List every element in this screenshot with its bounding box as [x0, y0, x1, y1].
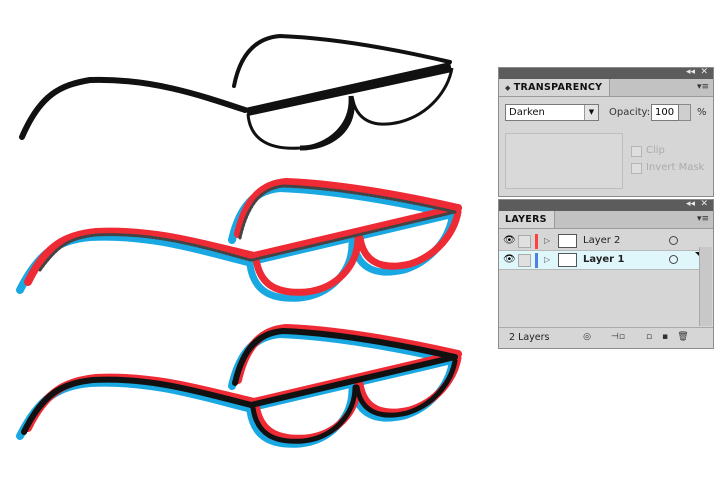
tab-transparency-label: TRANSPARENCY — [513, 82, 603, 93]
panel-menu-icon[interactable]: ▾≡ — [697, 82, 709, 92]
disclosure-triangle-icon[interactable]: ▷ — [544, 255, 550, 264]
layer-color-swatch — [535, 234, 538, 249]
layers-tab-row: LAYERS ▾≡ — [499, 211, 713, 229]
new-layer-icon[interactable]: ▪ — [659, 332, 671, 343]
collapse-icon[interactable]: ◂◂ — [686, 66, 695, 78]
eye-icon[interactable]: 👁 — [503, 255, 516, 265]
trash-icon[interactable]: 🗑 — [677, 332, 689, 343]
tab-layers[interactable]: LAYERS — [499, 211, 555, 228]
panel-menu-icon[interactable]: ▾≡ — [697, 214, 709, 224]
lock-toggle[interactable] — [518, 235, 531, 248]
transparency-panel: ◂◂ ✕ ◆ TRANSPARENCY ▾≡ Darken ▼ Opacity: … — [498, 67, 714, 197]
close-icon[interactable]: ✕ — [700, 198, 708, 210]
target-icon[interactable] — [669, 255, 678, 264]
opacity-unit: % — [697, 107, 707, 118]
layer-row-layer-2[interactable]: 👁 ▷ Layer 2 — [499, 232, 703, 251]
expand-arrows-icon[interactable]: ◆ — [505, 84, 511, 92]
layers-scrollbar[interactable] — [699, 247, 712, 326]
eye-icon[interactable]: 👁 — [503, 236, 516, 246]
new-sublayer-icon[interactable]: ▫ — [643, 332, 655, 343]
locate-object-icon[interactable]: ◎ — [581, 332, 593, 343]
target-icon[interactable] — [669, 236, 678, 245]
artboard — [16, 33, 462, 448]
make-clipping-mask-icon[interactable]: ⊣▫ — [611, 332, 625, 343]
invert-mask-label: Invert Mask — [646, 162, 705, 173]
close-icon[interactable]: ✕ — [700, 66, 708, 78]
tab-layers-label: LAYERS — [505, 214, 547, 225]
opacity-slider-button[interactable] — [679, 104, 691, 121]
glasses-outline-drawing — [19, 33, 454, 151]
opacity-value: 100 — [655, 107, 675, 118]
layer-name[interactable]: Layer 2 — [583, 235, 620, 246]
blend-mode-value: Darken — [509, 107, 545, 118]
layer-name[interactable]: Layer 1 — [583, 254, 624, 265]
layer-color-swatch — [535, 253, 538, 268]
blend-mode-select[interactable]: Darken ▼ — [505, 104, 599, 121]
transparency-tab-row: ◆ TRANSPARENCY ▾≡ — [499, 79, 713, 97]
layer-thumbnail — [558, 253, 577, 267]
clip-label: Clip — [646, 145, 665, 156]
glasses-red-cyan-black — [16, 323, 462, 448]
layer-row-layer-1[interactable]: 👁 ▷ Layer 1 — [499, 251, 703, 270]
layer-thumbnail — [558, 234, 577, 248]
opacity-label: Opacity: — [609, 107, 651, 118]
collapse-icon[interactable]: ◂◂ — [686, 198, 695, 210]
layers-footer: 2 Layers ◎ ⊣▫ ▫ ▪ 🗑 — [499, 327, 713, 348]
panel-top-strip: ◂◂ ✕ — [499, 66, 713, 79]
transparency-body: Darken ▼ Opacity: 100 % Clip Invert Mask — [499, 97, 713, 197]
opacity-mask-thumbnail[interactable] — [505, 133, 623, 189]
panel-top-strip: ◂◂ ✕ — [499, 198, 713, 211]
layer-count: 2 Layers — [509, 332, 550, 343]
invert-mask-checkbox[interactable] — [631, 163, 642, 174]
glasses-red-cyan — [16, 177, 462, 302]
clip-checkbox[interactable] — [631, 146, 642, 157]
layers-panel: ◂◂ ✕ LAYERS ▾≡ 👁 ▷ Layer 2 👁 ▷ Layer 1 2… — [498, 199, 714, 349]
opacity-input[interactable]: 100 — [651, 104, 679, 121]
disclosure-triangle-icon[interactable]: ▷ — [544, 236, 550, 245]
chevron-down-icon[interactable]: ▼ — [584, 105, 598, 120]
lock-toggle[interactable] — [518, 254, 531, 267]
tab-transparency[interactable]: ◆ TRANSPARENCY — [499, 79, 611, 96]
